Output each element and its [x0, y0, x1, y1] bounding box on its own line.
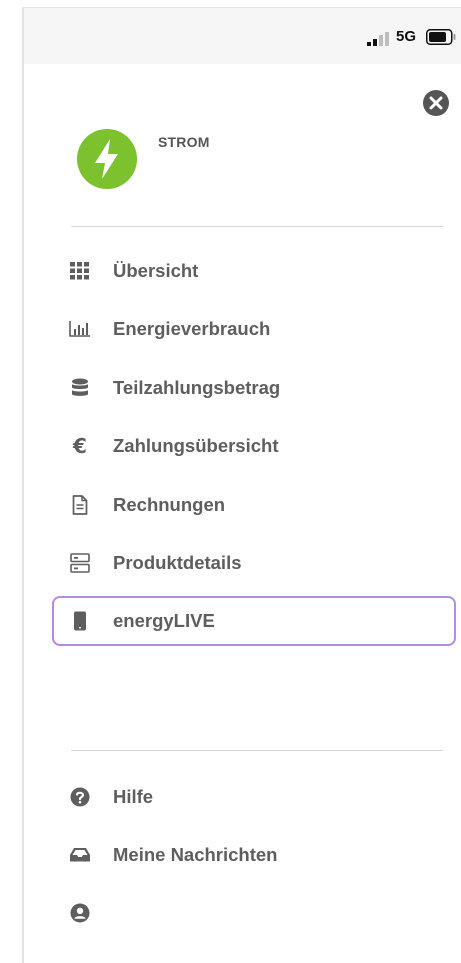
menu-item-uebersicht[interactable]: Übersicht [52, 246, 456, 296]
euro-icon: € [68, 434, 92, 458]
menu-item-rechnungen[interactable]: Rechnungen [52, 480, 456, 530]
app-frame: 5G STROM Übersicht Energieverbrauch Teil… [22, 7, 461, 963]
battery-icon [426, 29, 456, 45]
grid-icon [68, 259, 92, 283]
menu-item-label: Produktdetails [113, 552, 242, 573]
brand-title: STROM [158, 134, 210, 150]
lightning-bolt-icon [77, 129, 137, 189]
menu-item-label: Meine Nachrichten [113, 844, 278, 865]
user-circle-icon [68, 901, 92, 925]
mobile-device-icon [68, 609, 92, 633]
menu-item-label: Energieverbrauch [113, 318, 271, 339]
menu-item-zahlungsuebersicht[interactable]: € Zahlungsübersicht [52, 421, 456, 471]
signal-icon [367, 32, 389, 46]
document-icon [68, 493, 92, 517]
menu-item-produktdetails[interactable]: Produktdetails [52, 538, 456, 588]
network-type: 5G [396, 28, 417, 45]
server-icon [68, 551, 92, 575]
menu-item-label: Teilzahlungsbetrag [113, 377, 281, 398]
help-circle-icon [68, 785, 92, 809]
menu-item-label: Rechnungen [113, 494, 226, 515]
close-circle-icon[interactable] [422, 89, 450, 117]
menu-item-hilfe[interactable]: Hilfe [52, 772, 456, 822]
divider-top [71, 226, 443, 227]
database-icon [68, 376, 92, 400]
inbox-icon [68, 843, 92, 867]
menu-item-meine-nachrichten[interactable]: Meine Nachrichten [52, 830, 456, 880]
menu-item-energylive[interactable]: energyLIVE [52, 596, 456, 646]
menu-item-label: energyLIVE [113, 610, 215, 631]
bar-chart-icon [68, 317, 92, 341]
menu-item-teilzahlungsbetrag[interactable]: Teilzahlungsbetrag [52, 363, 456, 413]
euro-glyph: € [73, 434, 87, 458]
menu-item-label: Übersicht [113, 260, 199, 281]
menu-item-energieverbrauch[interactable]: Energieverbrauch [52, 304, 456, 354]
divider-bottom [71, 750, 443, 751]
status-bar: 5G [24, 8, 461, 64]
menu-item-profile[interactable] [52, 888, 456, 938]
menu-item-label: Hilfe [113, 786, 154, 807]
menu-item-label: Zahlungsübersicht [113, 435, 279, 456]
